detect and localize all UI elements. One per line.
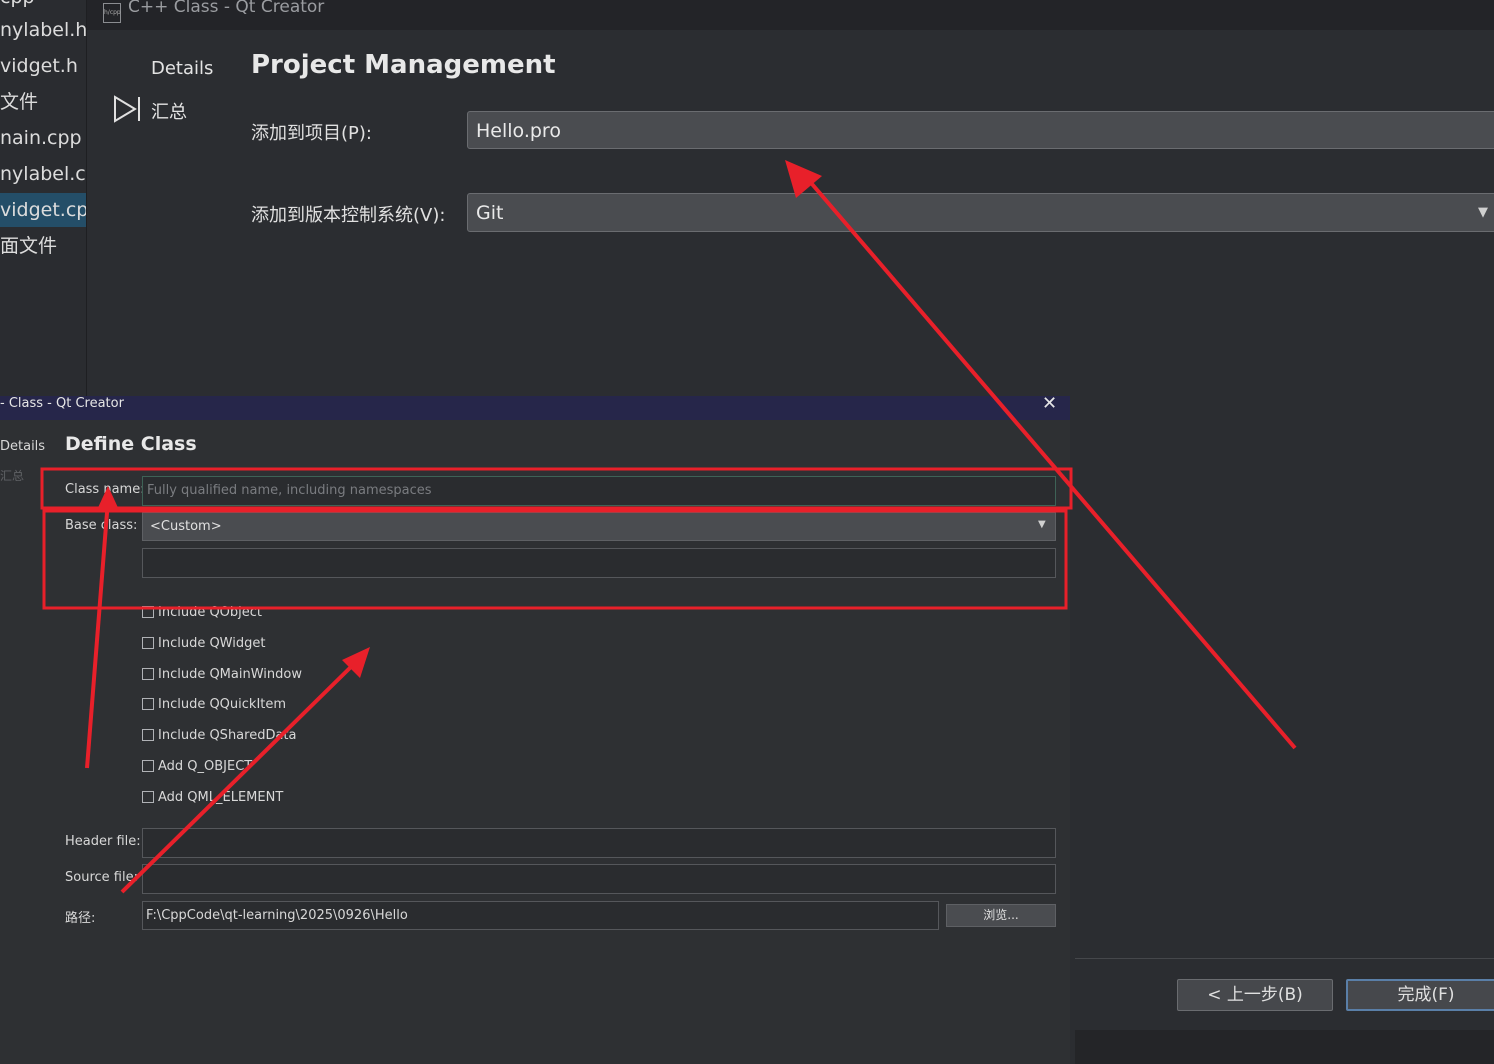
page-title-define-class: Define Class (65, 433, 197, 455)
file-tree: cpp nylabel.h vidget.h 文件 nain.cpp nylab… (0, 0, 87, 400)
page-title-project-management: Project Management (251, 50, 556, 80)
checkbox-label: Add Q_OBJECT (158, 759, 253, 774)
chevron-down-icon[interactable]: ▼ (1038, 519, 1046, 530)
header-file-input[interactable] (142, 828, 1056, 858)
tree-item-top[interactable]: cpp (0, 0, 35, 14)
browse-button[interactable]: 浏览... (946, 904, 1056, 927)
add-qml-element-checkbox[interactable]: Add QML_ELEMENT (142, 790, 283, 806)
vcs-select[interactable]: Git (467, 193, 1494, 232)
include-qshareddata-checkbox[interactable]: Include QSharedData (142, 728, 297, 744)
source-file-input[interactable] (142, 864, 1056, 894)
tree-item-source-folder[interactable]: 文件 (0, 85, 38, 119)
header-file-label: Header file: (65, 834, 141, 849)
include-qwidget-checkbox[interactable]: Include QWidget (142, 636, 265, 652)
class-name-input[interactable]: Fully qualified name, including namespac… (142, 476, 1056, 506)
checkbox-label: Include QWidget (158, 636, 266, 651)
current-step-arrow-icon (114, 95, 140, 123)
add-to-project-select[interactable]: Hello.pro (467, 111, 1494, 149)
base-class-custom-input[interactable] (142, 548, 1056, 578)
close-icon[interactable]: ✕ (1042, 393, 1057, 414)
chevron-down-icon[interactable]: ▼ (1478, 205, 1488, 220)
checkbox-label: Include QSharedData (158, 728, 297, 743)
checkbox-box[interactable] (142, 729, 154, 741)
class-name-label: Class name: (65, 482, 145, 497)
checkbox-box[interactable] (142, 791, 154, 803)
include-qobject-checkbox[interactable]: Include QObject (142, 605, 262, 621)
base-class-label: Base class: (65, 518, 138, 533)
vcs-label: 添加到版本控制系统(V): (251, 205, 446, 226)
checkbox-box[interactable] (142, 760, 154, 772)
add-q-object-checkbox[interactable]: Add Q_OBJECT (142, 759, 252, 775)
checkbox-label: Add QML_ELEMENT (158, 790, 284, 805)
back-window-footer (1075, 1030, 1494, 1064)
checkbox-box[interactable] (142, 606, 154, 618)
front-nav-summary: 汇总 (0, 469, 25, 483)
front-dialog-title: - Class - Qt Creator (0, 396, 124, 411)
include-qquickitem-checkbox[interactable]: Include QQuickItem (142, 697, 286, 713)
path-label: 路径: (65, 911, 96, 926)
source-file-label: Source file: (65, 870, 138, 885)
tree-item-mylabel-h[interactable]: nylabel.h (0, 13, 86, 47)
tree-item-widget-cpp[interactable]: vidget.cpp (0, 193, 86, 227)
tree-item-widget-h[interactable]: vidget.h (0, 49, 78, 83)
cpp-file-icon: h/cpp (103, 3, 121, 23)
front-dialog-titlebar (0, 396, 1070, 420)
back-step-button[interactable]: < 上一步(B) (1177, 979, 1333, 1011)
checkbox-label: Include QObject (158, 605, 263, 620)
checkbox-box[interactable] (142, 698, 154, 710)
tree-item-main-cpp[interactable]: nain.cpp (0, 121, 82, 155)
finish-button[interactable]: 完成(F) (1346, 979, 1494, 1011)
tree-item-forms-folder[interactable]: 面文件 (0, 229, 57, 263)
base-class-select[interactable]: <Custom> (142, 512, 1056, 541)
add-to-project-label: 添加到项目(P): (251, 123, 372, 144)
path-input[interactable]: F:\CppCode\qt-learning\2025\0926\Hello (142, 901, 939, 930)
include-qmainwindow-checkbox[interactable]: Include QMainWindow (142, 667, 302, 683)
checkbox-label: Include QQuickItem (158, 697, 287, 712)
back-nav-summary: 汇总 (151, 102, 187, 123)
checkbox-label: Include QMainWindow (158, 667, 302, 682)
tree-item-mylabel-cpp[interactable]: nylabel.cp (0, 157, 86, 191)
back-nav-details: Details (151, 58, 214, 79)
back-window-title: C++ Class - Qt Creator (128, 0, 325, 17)
checkbox-box[interactable] (142, 637, 154, 649)
front-nav-details: Details (0, 439, 46, 454)
checkbox-box[interactable] (142, 668, 154, 680)
